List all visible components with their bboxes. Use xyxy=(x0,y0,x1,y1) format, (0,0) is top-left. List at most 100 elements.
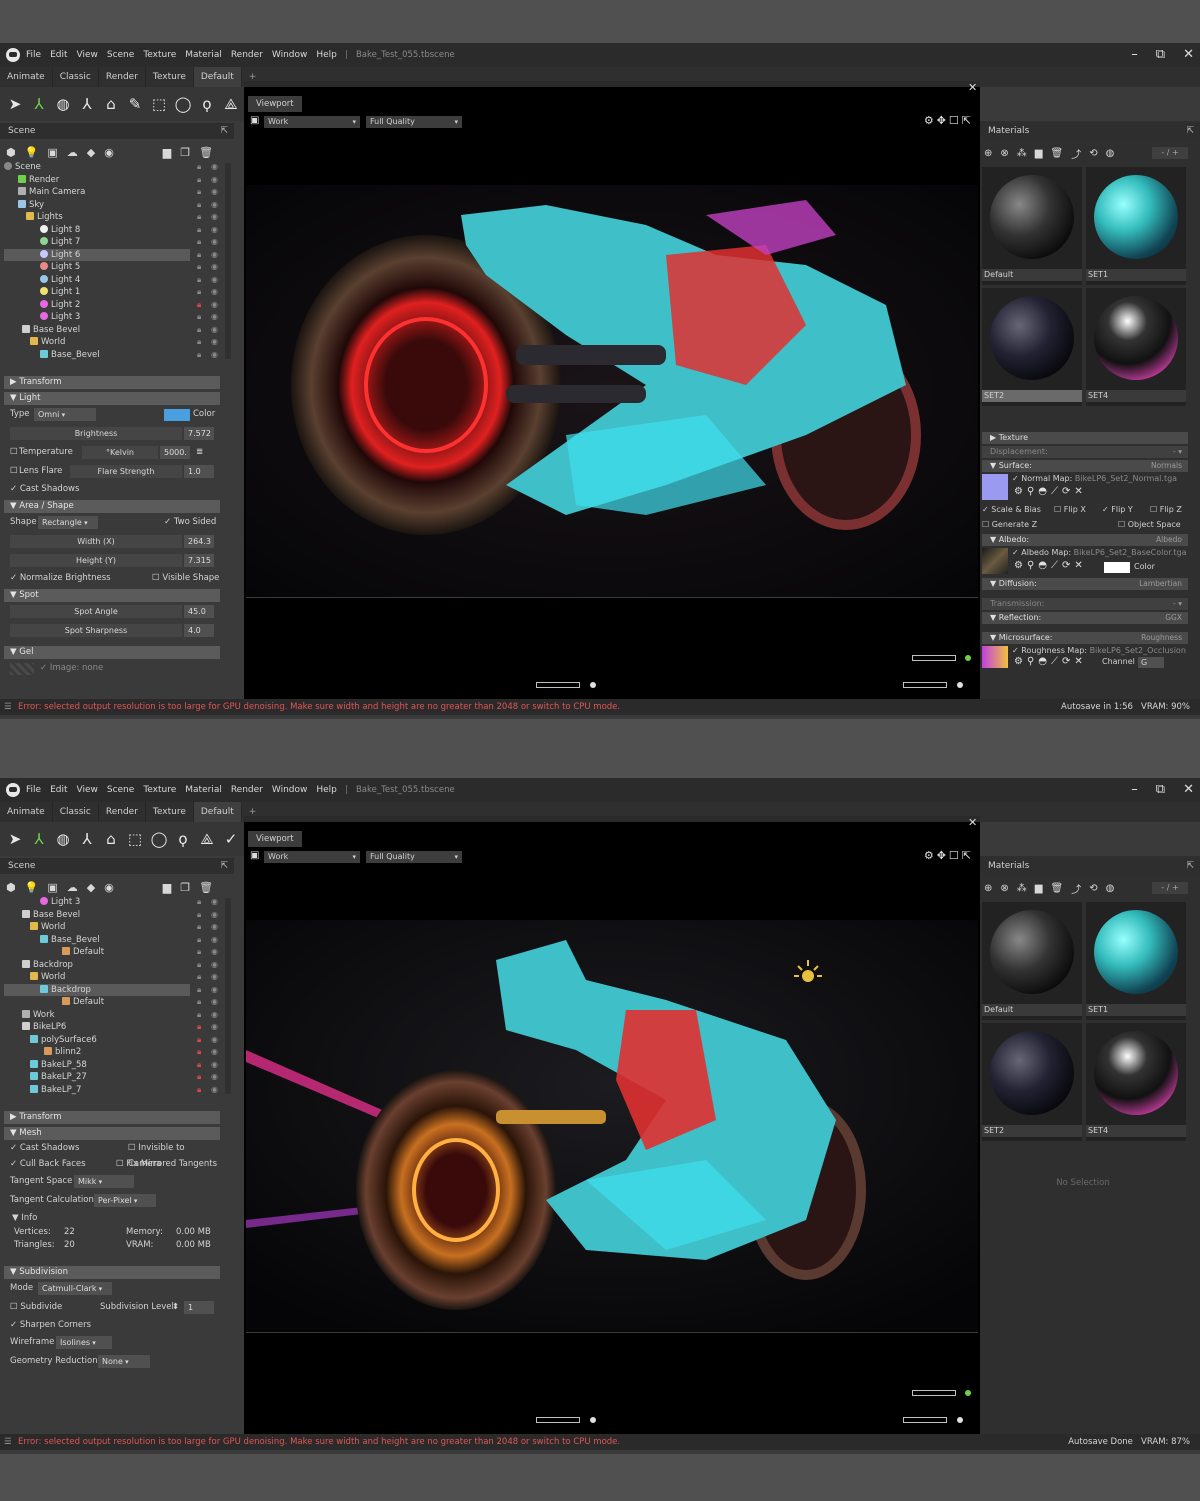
menu-scene[interactable]: Scene xyxy=(107,50,134,60)
eye-icon[interactable]: ◉ xyxy=(211,921,218,934)
menu-edit[interactable]: Edit xyxy=(50,785,67,795)
lock-icon[interactable]: 🔒︎ xyxy=(197,199,201,212)
menu-edit[interactable]: Edit xyxy=(50,50,67,60)
lock-icon[interactable]: 🔒︎ xyxy=(197,959,201,972)
tree-item[interactable]: Default 🔒︎ ◉ xyxy=(4,946,228,959)
temperature-menu-icon[interactable]: ≣ xyxy=(196,443,203,462)
lock-icon[interactable]: 🔒︎ xyxy=(197,1059,201,1072)
tree-item[interactable]: Render 🔒︎ ◉ xyxy=(4,174,228,187)
tree-item[interactable]: Light 1 🔒︎ ◉ xyxy=(4,286,228,299)
rect-select-icon[interactable]: ⬚ xyxy=(150,95,168,113)
fit-frame-icon[interactable]: ☐ xyxy=(949,849,962,862)
albedo-map-thumbnail[interactable] xyxy=(982,548,1008,574)
eye-icon[interactable]: ◉ xyxy=(211,274,218,287)
lock-icon[interactable]: 🔒︎ xyxy=(197,996,201,1009)
shape-dropdown[interactable]: Rectangle xyxy=(38,516,98,529)
trash-icon[interactable]: 🗑 xyxy=(199,881,213,894)
gear-icon[interactable]: ⚙ xyxy=(924,114,937,127)
transform-all-icon[interactable]: ⌂ xyxy=(102,95,120,113)
normal-map-thumbnail[interactable] xyxy=(982,474,1008,500)
scale-bias-checkbox[interactable]: ✓ Scale & Bias xyxy=(982,502,1041,517)
lock-icon[interactable]: 🔒︎ xyxy=(197,324,201,337)
cast-shadows-checkbox[interactable]: ✓ Cast Shadows xyxy=(10,481,79,497)
material-tile[interactable]: SET1 xyxy=(1086,167,1186,285)
tree-item[interactable]: Light 7 🔒︎ ◉ xyxy=(4,236,228,249)
texture-section[interactable]: ▶ Texture xyxy=(982,432,1188,444)
tree-item[interactable]: Light 2 🔒︎ ◉ xyxy=(4,299,228,312)
temperature-checkbox[interactable]: ☐ xyxy=(10,443,18,462)
spot-angle-value[interactable]: 45.0 xyxy=(184,605,214,618)
add-object-icon[interactable]: ⬢ xyxy=(6,881,16,894)
tab-default[interactable]: Default xyxy=(193,802,242,822)
add-sky-icon[interactable]: ☁ xyxy=(67,881,78,894)
add-light-icon[interactable]: 💡 xyxy=(25,146,39,159)
menu-render[interactable]: Render xyxy=(231,785,263,795)
height-slider[interactable]: Height (Y) xyxy=(10,554,182,567)
menu-window[interactable]: Window xyxy=(272,50,308,60)
tree-scrollbar[interactable] xyxy=(225,163,231,359)
popout-icon[interactable]: ⇱ xyxy=(220,123,228,139)
lasso-select-icon[interactable]: ϙ xyxy=(174,830,192,848)
lock-icon[interactable]: 🔒︎ xyxy=(197,274,201,287)
menu-material[interactable]: Material xyxy=(185,785,222,795)
cull-back-checkbox[interactable]: ✓ Cull Back Faces xyxy=(10,1156,86,1172)
eye-icon[interactable]: ◉ xyxy=(211,909,218,922)
lock-icon[interactable]: 🔒︎ xyxy=(197,224,201,237)
gel-thumbnail[interactable] xyxy=(10,663,34,675)
add-camera-icon[interactable]: ▣ xyxy=(47,146,57,159)
tree-item[interactable]: Lights 🔒︎ ◉ xyxy=(4,211,228,224)
tab-default[interactable]: Default xyxy=(193,67,242,87)
folder-icon[interactable]: ▆ xyxy=(1035,883,1043,894)
material-tile[interactable]: Default xyxy=(982,902,1082,1020)
material-tile[interactable]: SET1 xyxy=(1086,902,1186,1020)
rect-select-icon[interactable]: ⬚ xyxy=(126,830,144,848)
eye-icon[interactable]: ◉ xyxy=(211,211,218,224)
visible-shape-checkbox[interactable]: ☐ Visible Shape xyxy=(152,570,219,586)
normalize-checkbox[interactable]: ✓ Normalize Brightness xyxy=(10,570,111,586)
tree-item[interactable]: Backdrop 🔒︎ ◉ xyxy=(4,959,228,972)
pattern-icon[interactable]: ⁂ xyxy=(1017,148,1027,159)
roughness-map-thumbnail[interactable] xyxy=(982,646,1008,668)
copy-material-icon[interactable]: ⊗ xyxy=(1000,883,1008,894)
lock-icon[interactable]: 🔒︎ xyxy=(197,249,201,262)
viewport-tab[interactable]: Viewport xyxy=(248,831,302,847)
height-value[interactable]: 7.315 xyxy=(184,554,214,567)
map-tools-icons[interactable]: ⚙⚲◓⟋⟳✕ xyxy=(1014,558,1087,573)
trash-icon[interactable]: 🗑 xyxy=(1050,148,1063,159)
tab-animate[interactable]: Animate xyxy=(0,67,53,87)
tangent-calc-dropdown[interactable]: Per-Pixel xyxy=(94,1194,156,1207)
sharpen-checkbox[interactable]: ✓ Sharpen Corners xyxy=(10,1317,91,1333)
eye-icon[interactable]: ◉ xyxy=(211,934,218,947)
paint-select-icon[interactable]: ✎ xyxy=(126,95,144,113)
kelvin-slider[interactable]: °Kelvin xyxy=(82,446,158,459)
menu-render[interactable]: Render xyxy=(231,50,263,60)
tree-item[interactable]: BikeLP6 🔒︎ ◉ xyxy=(4,1021,228,1034)
tree-item[interactable]: Base Bevel 🔒︎ ◉ xyxy=(4,909,228,922)
tree-item[interactable]: Default 🔒︎ ◉ xyxy=(4,996,228,1009)
reflection-section[interactable]: ▼ Reflection: GGX xyxy=(982,612,1188,624)
info-header[interactable]: ▼ Info xyxy=(4,1210,220,1226)
eye-icon[interactable]: ◉ xyxy=(211,896,218,909)
move-gizmo-icon[interactable]: ⅄ xyxy=(30,95,48,113)
close-icon[interactable]: ✕ xyxy=(1183,782,1194,797)
menu-texture[interactable]: Texture xyxy=(143,50,176,60)
add-material-icon[interactable]: ⊕ xyxy=(984,148,992,159)
diffusion-section[interactable]: ▼ Diffusion: Lambertian xyxy=(982,578,1188,590)
eye-icon[interactable]: ◉ xyxy=(211,236,218,249)
diffusion-dropdown[interactable]: Lambertian xyxy=(1139,578,1182,590)
camera-select[interactable]: Work xyxy=(264,116,360,128)
lock-icon[interactable]: 🔒︎ xyxy=(197,174,201,187)
width-value[interactable]: 264.3 xyxy=(184,535,214,548)
tree-item[interactable]: Light 5 🔒︎ ◉ xyxy=(4,261,228,274)
lock-icon[interactable]: 🔒︎ xyxy=(197,946,201,959)
menu-texture[interactable]: Texture xyxy=(143,785,176,795)
add-material-icon[interactable]: ◉ xyxy=(104,146,114,159)
subdivide-checkbox[interactable]: ☐ Subdivide xyxy=(10,1298,62,1317)
minimize-icon[interactable]: – xyxy=(1131,47,1138,62)
menu-help[interactable]: Help xyxy=(316,785,337,795)
lock-icon[interactable]: 🔒︎ xyxy=(197,1021,201,1034)
log-icon[interactable]: ☰ xyxy=(4,1434,12,1450)
eye-icon[interactable]: ◉ xyxy=(211,1059,218,1072)
eye-icon[interactable]: ◉ xyxy=(211,996,218,1009)
transform-section[interactable]: ▶ Transform xyxy=(4,376,220,389)
